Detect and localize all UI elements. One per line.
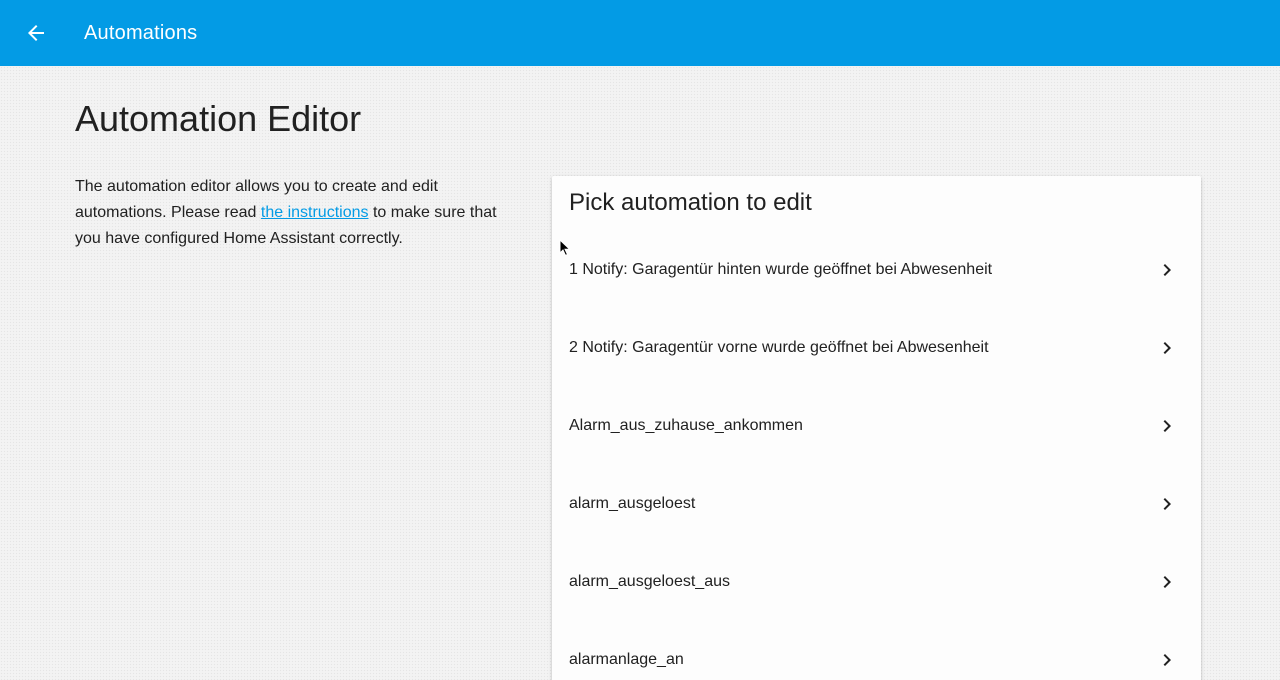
automation-list-item[interactable]: 2 Notify: Garagentür vorne wurde geöffne… (552, 309, 1201, 387)
card-header: Pick automation to edit (569, 189, 812, 216)
chevron-right-icon (1155, 414, 1179, 438)
chevron-right-icon (1155, 336, 1179, 360)
automation-label: 1 Notify: Garagentür hinten wurde geöffn… (569, 261, 993, 278)
automation-list-item[interactable]: 1 Notify: Garagentür hinten wurde geöffn… (552, 231, 1201, 309)
automation-label: 2 Notify: Garagentür vorne wurde geöffne… (569, 339, 989, 356)
automation-list-item[interactable]: alarm_ausgeloest (552, 465, 1201, 543)
chevron-right-icon (1155, 258, 1179, 282)
app-toolbar: Automations (0, 0, 1280, 66)
automation-list-item[interactable]: Alarm_aus_zuhause_ankommen (552, 387, 1201, 465)
toolbar-title: Automations (84, 21, 198, 44)
automation-list: 1 Notify: Garagentür hinten wurde geöffn… (552, 231, 1201, 680)
instructions-link[interactable]: the instructions (261, 204, 369, 221)
back-button[interactable] (16, 13, 56, 53)
automation-label: Alarm_aus_zuhause_ankommen (569, 417, 803, 434)
arrow-left-icon (28, 25, 44, 41)
chevron-right-icon (1155, 570, 1179, 594)
automation-label: alarm_ausgeloest_aus (569, 573, 730, 590)
automation-label: alarmanlage_an (569, 651, 684, 668)
automation-label: alarm_ausgeloest (569, 495, 696, 512)
automation-list-item[interactable]: alarmanlage_an (552, 621, 1201, 680)
page-title: Automation Editor (75, 98, 362, 139)
automation-picker-card: Pick automation to edit 1 Notify: Garage… (552, 176, 1201, 680)
intro-text: The automation editor allows you to crea… (75, 174, 515, 252)
chevron-right-icon (1155, 648, 1179, 672)
chevron-right-icon (1155, 492, 1179, 516)
automation-list-item[interactable]: alarm_ausgeloest_aus (552, 543, 1201, 621)
